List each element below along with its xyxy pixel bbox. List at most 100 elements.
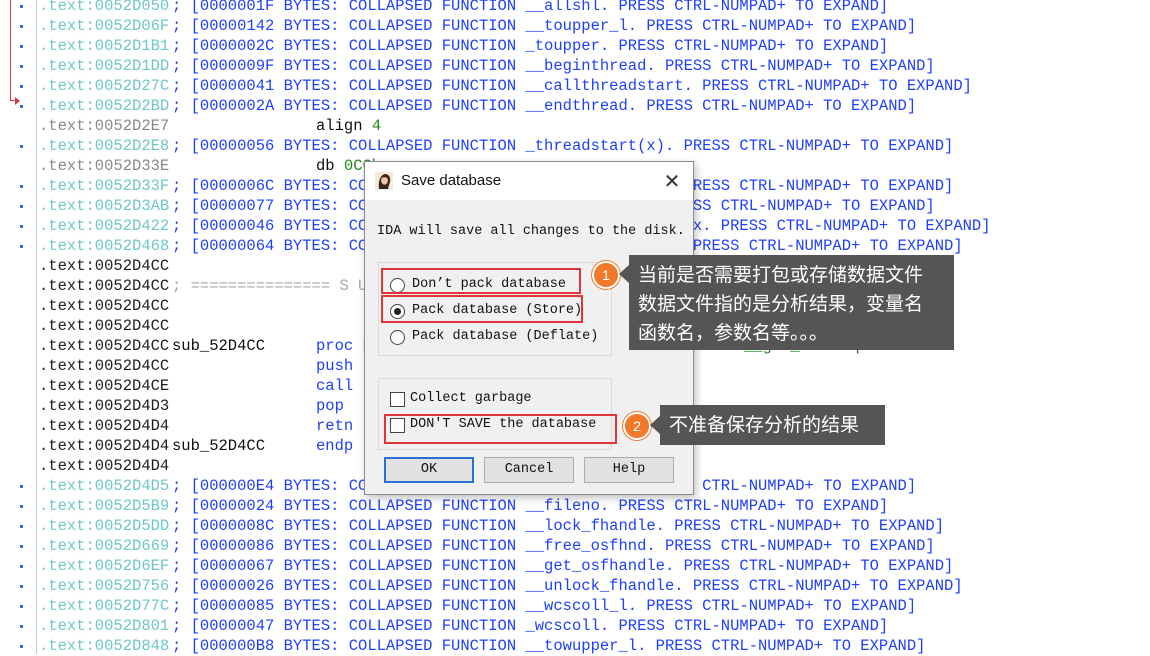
listing-row[interactable]: .text:0052D050; [0000001F BYTES: COLLAPS… <box>39 0 1149 16</box>
listing-row[interactable]: .text:0052D27C; [00000041 BYTES: COLLAPS… <box>39 76 1149 96</box>
breakpoint-dot-icon <box>20 225 23 228</box>
highlight-dont-pack <box>381 268 581 294</box>
row-text: ; [00000085 BYTES: COLLAPSED FUNCTION __… <box>172 596 916 616</box>
pack-deflate-label[interactable]: Pack database (Deflate) <box>412 328 598 346</box>
row-address: .text:0052D4CC <box>39 297 170 315</box>
row-address: .text:0052D4D4 <box>39 457 170 475</box>
cancel-button[interactable]: Cancel <box>484 457 574 483</box>
listing-row[interactable]: .text:0052D801; [00000047 BYTES: COLLAPS… <box>39 616 1149 636</box>
breakpoint-dot-icon <box>20 505 23 508</box>
listing-row[interactable]: .text:0052D2BD; [0000002A BYTES: COLLAPS… <box>39 96 1149 116</box>
row-text-part: ; [0000002A BYTES: COLLAPSED FUNCTION __… <box>172 97 917 115</box>
callout-pointer <box>650 416 660 434</box>
breakpoint-dot-icon <box>20 525 23 528</box>
row-instruction-part: align <box>316 117 372 135</box>
gutter-divider <box>36 0 37 654</box>
row-address: .text:0052D2E8 <box>39 137 170 155</box>
row-address: .text:0052D6EF <box>39 557 170 575</box>
listing-row[interactable]: .text:0052D848; [000000B8 BYTES: COLLAPS… <box>39 636 1149 656</box>
row-address: .text:0052D4CE <box>39 377 170 395</box>
row-text: sub_52D4CC <box>172 436 265 456</box>
row-instruction: call <box>316 376 353 396</box>
annotation-badge-1: 1 <box>592 261 620 289</box>
row-text: ; [00000041 BYTES: COLLAPSED FUNCTION __… <box>172 76 972 96</box>
row-address: .text:0052D5DD <box>39 517 170 535</box>
row-text-part: sub_52D4CC <box>172 337 266 355</box>
row-text-part: ; [0000001F BYTES: COLLAPSED FUNCTION __… <box>172 0 889 15</box>
row-text: ; [00000047 BYTES: COLLAPSED FUNCTION _w… <box>172 616 888 636</box>
row-instruction: endp <box>316 436 353 456</box>
listing-row[interactable]: .text:0052D5B9; [00000024 BYTES: COLLAPS… <box>39 496 1149 516</box>
breakpoint-dot-icon <box>20 205 23 208</box>
row-instruction-part: call <box>316 377 354 395</box>
listing-row[interactable]: .text:0052D77C; [00000085 BYTES: COLLAPS… <box>39 596 1149 616</box>
listing-row[interactable]: .text:0052D5DD; [0000008C BYTES: COLLAPS… <box>39 516 1149 536</box>
row-address: .text:0052D4CC <box>39 357 170 375</box>
callout-1-line-1: 当前是否需要打包或存储数据文件 <box>638 264 924 286</box>
listing-row[interactable]: .text:0052D06F; [00000142 BYTES: COLLAPS… <box>39 16 1149 36</box>
row-address: .text:0052D4CC <box>39 257 170 275</box>
listing-row[interactable]: .text:0052D1DD; [0000009F BYTES: COLLAPS… <box>39 56 1149 76</box>
pack-deflate-radio[interactable] <box>390 330 405 345</box>
listing-row[interactable]: .text:0052D2E7 align 4 <box>39 116 1149 136</box>
row-text: ; [00000024 BYTES: COLLAPSED FUNCTION __… <box>172 496 888 516</box>
row-address: .text:0052D33F <box>39 177 170 195</box>
row-instruction-part: db <box>316 157 344 175</box>
callout-1-line-3: 函数名，参数名等。。。 <box>638 322 829 344</box>
row-address: .text:0052D2BD <box>39 97 170 115</box>
breakpoint-dot-icon <box>20 545 23 548</box>
listing-row[interactable]: .text:0052D1B1; [0000002C BYTES: COLLAPS… <box>39 36 1149 56</box>
row-text-part: sub_52D4CC <box>172 437 266 455</box>
listing-row[interactable]: .text:0052D756; [00000026 BYTES: COLLAPS… <box>39 576 1149 596</box>
breakpoint-dot-icon <box>20 245 23 248</box>
row-address: .text:0052D848 <box>39 637 170 655</box>
row-instruction-part: push <box>316 357 354 375</box>
row-address: .text:0052D27C <box>39 77 170 95</box>
help-button[interactable]: Help <box>584 457 674 483</box>
callout-1-line-2: 数据文件指的是分析结果，变量名 <box>638 293 924 315</box>
row-address: .text:0052D77C <box>39 597 170 615</box>
breakpoint-dot-icon <box>20 565 23 568</box>
row-address: .text:0052D422 <box>39 217 170 235</box>
row-text-part: ; [0000009F BYTES: COLLAPSED FUNCTION __… <box>172 57 935 75</box>
row-instruction-part: 4 <box>371 117 382 135</box>
collect-garbage-checkbox[interactable] <box>390 392 405 407</box>
ok-button[interactable]: OK <box>384 457 474 483</box>
close-icon[interactable]: ✕ <box>657 166 687 196</box>
row-address: .text:0052D06F <box>39 17 170 35</box>
listing-row[interactable]: .text:0052D2E8; [00000056 BYTES: COLLAPS… <box>39 136 1149 156</box>
row-text-part: ; [00000024 BYTES: COLLAPSED FUNCTION __… <box>172 497 889 515</box>
callout-pointer <box>619 265 629 283</box>
row-address: .text:0052D669 <box>39 537 170 555</box>
row-text: ; [0000009F BYTES: COLLAPSED FUNCTION __… <box>172 56 935 76</box>
dialog-titlebar[interactable]: Save database ✕ <box>365 162 693 200</box>
row-text: ; [00000086 BYTES: COLLAPSED FUNCTION __… <box>172 536 935 556</box>
listing-row[interactable]: .text:0052D669; [00000086 BYTES: COLLAPS… <box>39 536 1149 556</box>
row-text-part: ; [000000B8 BYTES: COLLAPSED FUNCTION __… <box>172 637 926 655</box>
highlight-pack-store <box>381 295 583 323</box>
listing-row[interactable]: .text:0052D6EF; [00000067 BYTES: COLLAPS… <box>39 556 1149 576</box>
gutter <box>0 0 37 654</box>
breakpoint-dot-icon <box>20 85 23 88</box>
row-address: .text:0052D4CC <box>39 337 170 355</box>
breakpoint-dot-icon <box>20 45 23 48</box>
callout-2-text: 不准备保存分析的结果 <box>669 414 860 436</box>
breakpoint-dot-icon <box>20 25 23 28</box>
row-address: .text:0052D4D4 <box>39 417 170 435</box>
row-text: ; [0000002A BYTES: COLLAPSED FUNCTION __… <box>172 96 916 116</box>
breakpoint-dot-icon <box>20 585 23 588</box>
breakpoint-dot-icon <box>20 65 23 68</box>
highlight-dont-save <box>384 414 617 444</box>
row-text-part: ; [00000086 BYTES: COLLAPSED FUNCTION __… <box>172 537 935 555</box>
ida-logo-icon <box>375 172 393 190</box>
row-instruction-part: retn <box>316 417 354 435</box>
row-address: .text:0052D4D5 <box>39 477 170 495</box>
row-address: .text:0052D33E <box>39 157 170 175</box>
collect-garbage-label[interactable]: Collect garbage <box>410 390 532 408</box>
row-address: .text:0052D801 <box>39 617 170 635</box>
row-address: .text:0052D4D3 <box>39 397 170 415</box>
row-address: .text:0052D2E7 <box>39 117 170 135</box>
row-text-part: ; [0000008C BYTES: COLLAPSED FUNCTION __… <box>172 517 945 535</box>
row-text-part: ; [00000047 BYTES: COLLAPSED FUNCTION _w… <box>172 617 889 635</box>
breakpoint-dot-icon <box>20 185 23 188</box>
